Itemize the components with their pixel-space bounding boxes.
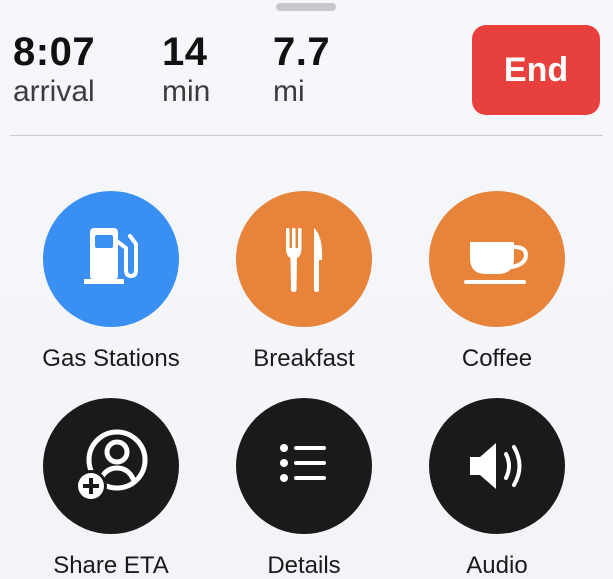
coffee-cup-icon bbox=[464, 242, 529, 284]
arrival-time-value: 8:07 bbox=[13, 30, 96, 74]
speaker-icon bbox=[470, 443, 522, 489]
coffee-button[interactable]: Coffee bbox=[407, 191, 587, 373]
breakfast-label: Breakfast bbox=[253, 345, 355, 372]
details-label: Details bbox=[267, 552, 341, 579]
arrival-time-unit: arrival bbox=[13, 75, 95, 108]
details-circle[interactable] bbox=[236, 398, 372, 534]
breakfast-circle[interactable] bbox=[236, 191, 372, 327]
share-eta-button[interactable]: Share ETA bbox=[21, 398, 201, 579]
end-route-button[interactable]: End bbox=[472, 25, 600, 115]
trip-distance-unit: mi bbox=[273, 75, 305, 108]
audio-label: Audio bbox=[466, 552, 528, 579]
sheet-grabber[interactable] bbox=[276, 3, 336, 11]
coffee-circle[interactable] bbox=[429, 191, 565, 327]
divider bbox=[10, 135, 603, 136]
trip-duration: 14 min bbox=[162, 30, 210, 110]
trip-distance: 7.7 mi bbox=[273, 30, 330, 110]
audio-button[interactable]: Audio bbox=[407, 398, 587, 579]
gas-stations-label: Gas Stations bbox=[42, 345, 180, 372]
trip-distance-value: 7.7 bbox=[273, 30, 331, 74]
share-eta-label: Share ETA bbox=[53, 552, 169, 579]
share-eta-person-icon bbox=[75, 429, 148, 502]
breakfast-button[interactable]: Breakfast bbox=[214, 191, 394, 373]
gas-pump-icon bbox=[84, 228, 138, 284]
gas-stations-button[interactable]: Gas Stations bbox=[21, 191, 201, 373]
list-icon bbox=[280, 444, 326, 482]
arrival-time: 8:07 arrival bbox=[13, 30, 95, 110]
fork-knife-icon bbox=[286, 228, 323, 292]
share-eta-circle[interactable] bbox=[43, 398, 179, 534]
trip-duration-value: 14 bbox=[162, 30, 208, 74]
gas-stations-circle[interactable] bbox=[43, 191, 179, 327]
coffee-label: Coffee bbox=[461, 345, 533, 372]
trip-duration-unit: min bbox=[162, 75, 211, 108]
details-button[interactable]: Details bbox=[214, 398, 394, 579]
audio-circle[interactable] bbox=[429, 398, 565, 534]
